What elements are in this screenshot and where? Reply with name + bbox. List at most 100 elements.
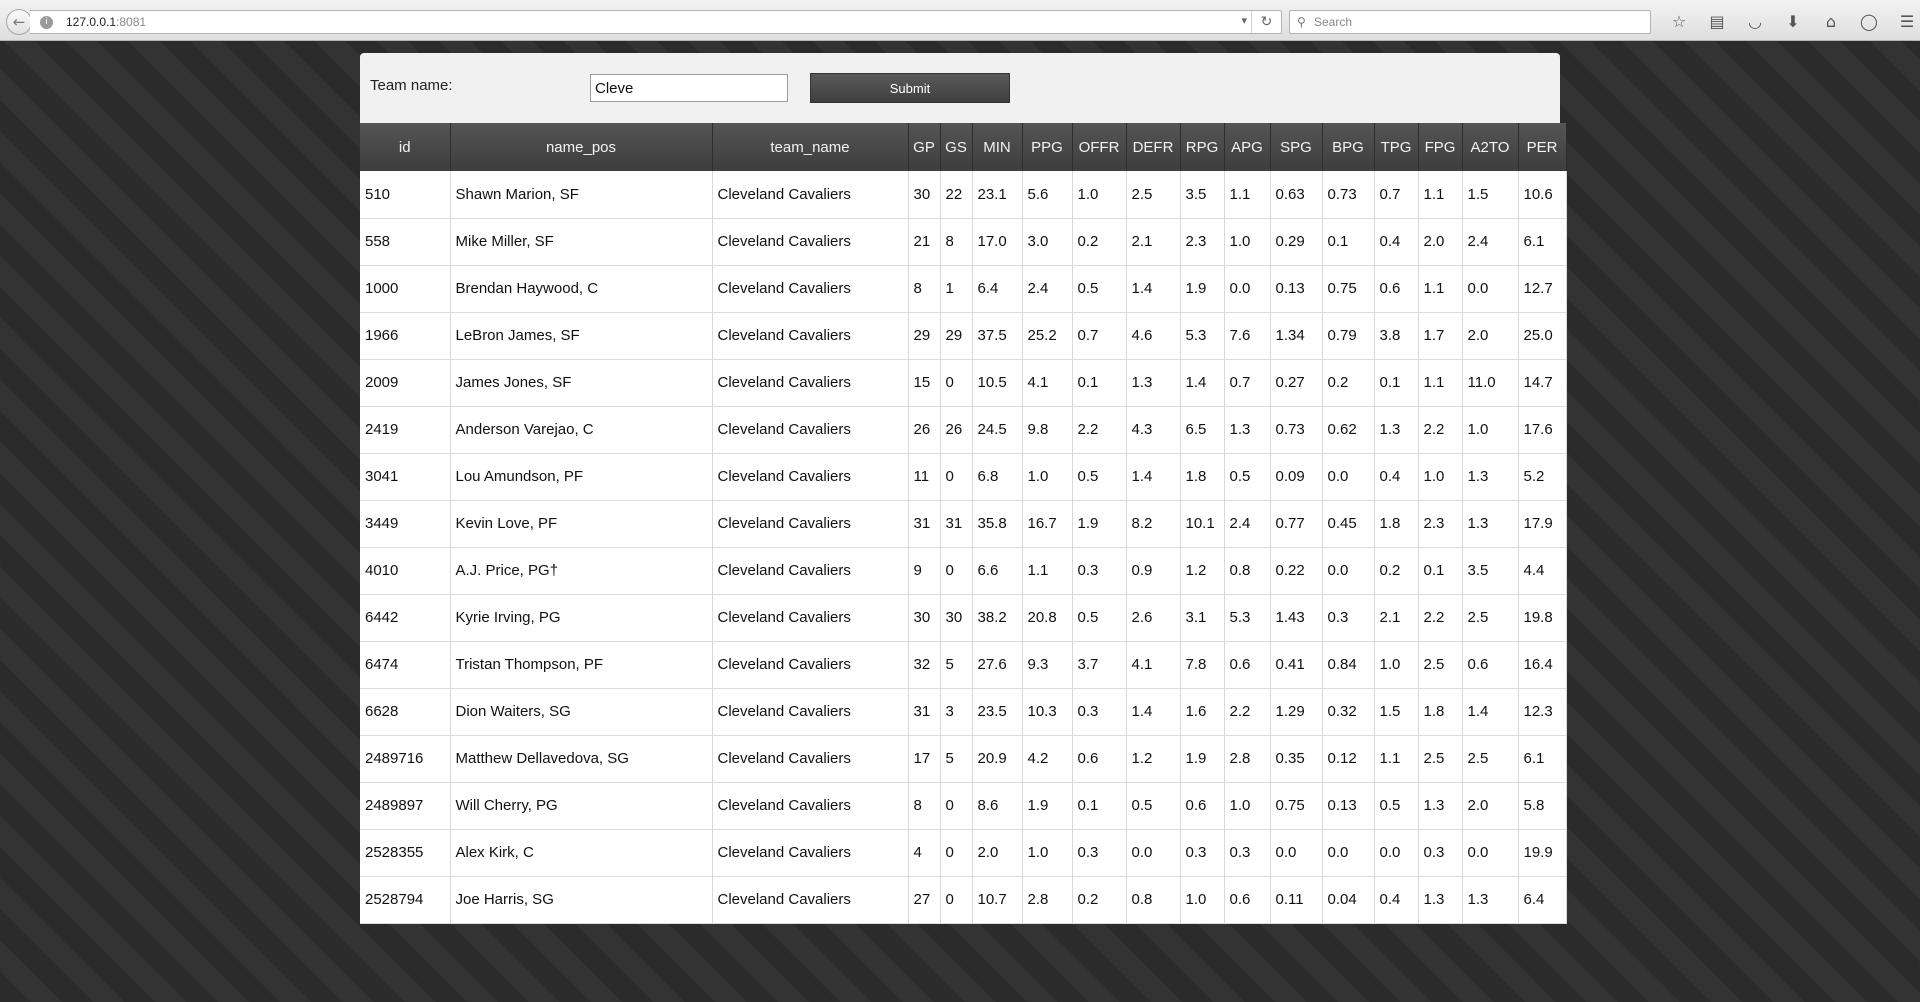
cell-spg: 0.27 [1270,359,1323,407]
cell-offr: 0.7 [1072,312,1127,360]
reading-list-icon[interactable]: ▤ [1698,10,1736,34]
cell-a2to: 0.6 [1462,641,1519,689]
cell-a2to: 2.0 [1462,312,1519,360]
cell-apg: 7.6 [1224,312,1271,360]
cell-ppg: 2.4 [1022,265,1073,313]
menu-icon[interactable]: ☰ [1888,10,1920,34]
column-header-offr: OFFR [1072,123,1127,171]
cell-fpg: 2.3 [1418,500,1463,548]
cell-min: 27.6 [972,641,1023,689]
cell-ppg: 1.0 [1022,829,1073,877]
cell-team-name: Cleveland Cavaliers [712,641,909,689]
cell-name-pos: Dion Waiters, SG [450,688,713,736]
cell-spg: 0.41 [1270,641,1323,689]
cell-per: 12.3 [1518,688,1567,736]
cell-id: 2489716 [360,735,451,783]
chat-icon[interactable]: ◯ [1850,10,1888,34]
cell-a2to: 2.5 [1462,735,1519,783]
cell-spg: 0.11 [1270,876,1323,924]
cell-bpg: 0.45 [1322,500,1375,548]
cell-per: 6.4 [1518,876,1567,924]
cell-per: 19.8 [1518,594,1567,642]
cell-team-name: Cleveland Cavaliers [712,218,909,266]
cell-name-pos: Kyrie Irving, PG [450,594,713,642]
cell-apg: 1.3 [1224,406,1271,454]
cell-rpg: 3.1 [1180,594,1225,642]
cell-bpg: 0.0 [1322,453,1375,501]
table-header-row: id name_pos team_name GP GS MIN PPG OFFR DEFR RPG… [360,123,1567,171]
cell-min: 24.5 [972,406,1023,454]
cell-a2to: 1.5 [1462,171,1519,219]
cell-fpg: 1.1 [1418,171,1463,219]
cell-spg: 0.73 [1270,406,1323,454]
cell-rpg: 1.0 [1180,876,1225,924]
cell-id: 2528794 [360,876,451,924]
cell-tpg: 0.0 [1374,829,1419,877]
home-icon[interactable]: ⌂ [1812,10,1850,34]
cell-team-name: Cleveland Cavaliers [712,453,909,501]
cell-bpg: 0.32 [1322,688,1375,736]
cell-min: 23.1 [972,171,1023,219]
cell-gs: 5 [940,735,973,783]
cell-name-pos: Joe Harris, SG [450,876,713,924]
cell-apg: 5.3 [1224,594,1271,642]
column-header-ppg: PPG [1022,123,1073,171]
info-icon[interactable]: i [40,16,53,29]
chevron-down-icon[interactable]: ▾ [1241,14,1247,27]
cell-apg: 1.0 [1224,782,1271,830]
cell-ppg: 20.8 [1022,594,1073,642]
download-icon[interactable]: ⬇ [1774,10,1812,34]
cell-gp: 4 [908,829,941,877]
cell-min: 17.0 [972,218,1023,266]
submit-button[interactable]: Submit [810,73,1010,103]
reload-icon[interactable]: ↻ [1251,11,1281,33]
url-bar[interactable]: i 127.0.0.1:8081 ▾ ↻ [30,10,1282,34]
table-body: 510 Shawn Marion, SF Cleveland Cavaliers 30… [360,171,1567,924]
cell-team-name: Cleveland Cavaliers [712,312,909,360]
cell-bpg: 0.79 [1322,312,1375,360]
cell-bpg: 0.62 [1322,406,1375,454]
search-placeholder: Search [1314,15,1353,29]
cell-fpg: 1.8 [1418,688,1463,736]
cell-offr: 2.2 [1072,406,1127,454]
cell-tpg: 1.8 [1374,500,1419,548]
cell-ppg: 1.1 [1022,547,1073,595]
column-header-team-name: team_name [712,123,909,171]
back-button[interactable]: ← [6,9,32,35]
cell-id: 2489897 [360,782,451,830]
url-text: 127.0.0.1:8081 [66,15,147,29]
search-input[interactable]: ⚲ Search [1289,10,1651,34]
column-header-bpg: BPG [1322,123,1375,171]
cell-team-name: Cleveland Cavaliers [712,735,909,783]
cell-defr: 0.8 [1126,876,1181,924]
cell-id: 6442 [360,594,451,642]
cell-spg: 0.29 [1270,218,1323,266]
cell-team-name: Cleveland Cavaliers [712,782,909,830]
cell-team-name: Cleveland Cavaliers [712,547,909,595]
cell-gs: 0 [940,782,973,830]
cell-apg: 1.1 [1224,171,1271,219]
column-header-apg: APG [1224,123,1271,171]
cell-rpg: 0.3 [1180,829,1225,877]
cell-team-name: Cleveland Cavaliers [712,876,909,924]
cell-defr: 2.5 [1126,171,1181,219]
cell-apg: 2.2 [1224,688,1271,736]
star-icon[interactable]: ☆ [1660,10,1698,34]
cell-tpg: 1.0 [1374,641,1419,689]
cell-a2to: 2.5 [1462,594,1519,642]
cell-ppg: 4.2 [1022,735,1073,783]
cell-spg: 0.63 [1270,171,1323,219]
table-row: 2528794 Joe Harris, SG Cleveland Cavaliers… [360,876,1567,924]
team-name-input[interactable] [590,74,788,102]
cell-a2to: 1.4 [1462,688,1519,736]
cell-name-pos: Kevin Love, PF [450,500,713,548]
column-header-per: PER [1518,123,1567,171]
cell-gs: 22 [940,171,973,219]
cell-gs: 1 [940,265,973,313]
cell-fpg: 1.0 [1418,453,1463,501]
cell-apg: 2.8 [1224,735,1271,783]
cell-apg: 1.0 [1224,218,1271,266]
cell-spg: 0.0 [1270,829,1323,877]
pocket-icon[interactable]: ◡ [1736,10,1774,34]
cell-id: 3449 [360,500,451,548]
